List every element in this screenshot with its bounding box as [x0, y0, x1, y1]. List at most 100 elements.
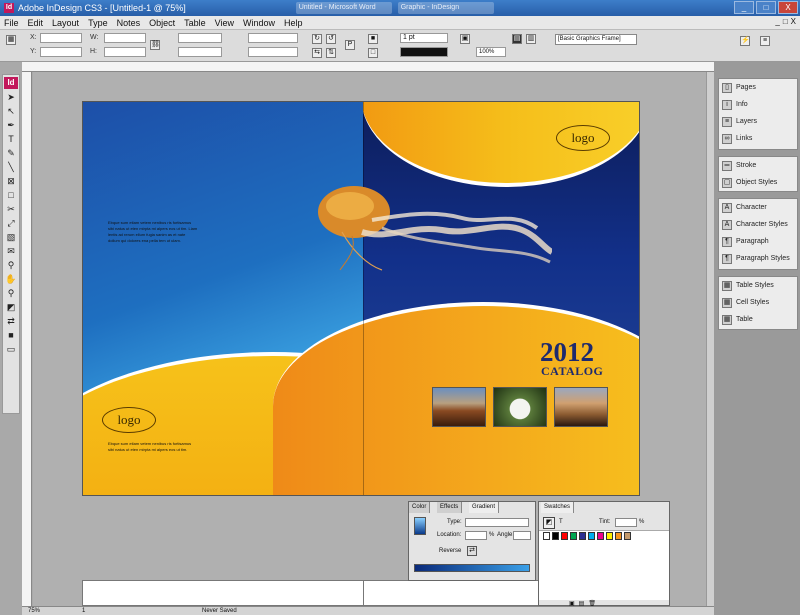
menu-edit[interactable]: Edit [28, 18, 44, 28]
width-field[interactable] [104, 33, 146, 43]
x-position-field[interactable] [40, 33, 82, 43]
panel-links[interactable]: ∞ Links [719, 130, 797, 147]
menu-type[interactable]: Type [88, 18, 108, 28]
vertical-scrollbar[interactable] [706, 72, 714, 606]
panel-layers[interactable]: ≡ Layers [719, 113, 797, 130]
maximize-button[interactable]: □ [756, 1, 776, 14]
page-number[interactable]: 1 [82, 607, 85, 615]
fill-icon[interactable]: ■ [368, 34, 378, 44]
control-panel-menu-icon[interactable]: ≡ [760, 36, 770, 46]
hand-tool-icon[interactable]: ✋ [4, 273, 18, 285]
swap-fill-stroke-icon[interactable]: ⇄ [4, 315, 18, 327]
thumbnail-flower[interactable] [493, 387, 547, 427]
minimize-button[interactable]: _ [734, 1, 754, 14]
menu-object[interactable]: Object [149, 18, 175, 28]
angle-field[interactable] [513, 531, 531, 540]
swatch-item[interactable] [570, 532, 577, 540]
swatch-item[interactable] [543, 532, 550, 540]
swatch-item[interactable] [588, 532, 595, 540]
quick-apply-icon[interactable]: ⚡ [740, 36, 750, 46]
constrain-proportions-icon[interactable]: ⛓ [150, 40, 160, 50]
close-button[interactable]: X [778, 1, 798, 14]
note-tool-icon[interactable]: ✉ [4, 245, 18, 257]
rectangle-tool-icon[interactable]: □ [4, 189, 18, 201]
swatch-item[interactable] [597, 532, 604, 540]
menu-view[interactable]: View [215, 18, 234, 28]
jellyfish-image[interactable] [312, 170, 552, 280]
scale-x-field[interactable] [178, 33, 222, 43]
eyedropper-tool-icon[interactable]: ⚲ [4, 259, 18, 271]
stroke-weight-field[interactable]: 1 pt [400, 33, 448, 43]
gradient-type-select[interactable] [465, 518, 529, 527]
fill-t-icon[interactable]: T [559, 519, 563, 525]
menu-file[interactable]: File [4, 18, 19, 28]
reverse-gradient-icon[interactable]: ⇄ [467, 546, 477, 556]
direct-selection-tool-icon[interactable]: ↖ [4, 105, 18, 117]
scissors-tool-icon[interactable]: ✂ [4, 203, 18, 215]
panel-character[interactable]: A Character [719, 199, 797, 216]
rotation-field[interactable] [248, 33, 298, 43]
thumbnail-rock[interactable] [554, 387, 608, 427]
panel-cell-styles[interactable]: ▦ Cell Styles [719, 294, 797, 311]
fill-stroke-icon[interactable]: ◩ [4, 301, 18, 313]
gradient-ramp[interactable] [414, 564, 530, 572]
scale-y-field[interactable] [178, 47, 222, 57]
tab-color[interactable]: Color [409, 502, 431, 513]
stroke-type-field[interactable] [400, 47, 448, 57]
gradient-preview-swatch[interactable] [414, 517, 426, 535]
align-icon[interactable]: ▤ [512, 34, 522, 44]
fitting-icon[interactable]: ▣ [460, 34, 470, 44]
right-logo[interactable]: logo [556, 125, 610, 151]
doc-close-button[interactable]: X [791, 17, 796, 26]
zoom-level[interactable]: 75% [28, 607, 40, 615]
pencil-tool-icon[interactable]: ✎ [4, 147, 18, 159]
taskbar-tab-1[interactable]: Untitled - Microsoft Word [295, 2, 392, 14]
zoom-tool-icon[interactable]: ⚲ [4, 287, 18, 299]
document-spread[interactable] [82, 101, 640, 496]
panel-object-styles[interactable]: ▢ Object Styles [719, 174, 797, 191]
opacity-field[interactable]: 100% [476, 47, 506, 57]
panel-paragraph[interactable]: ¶ Paragraph [719, 233, 797, 250]
swatch-item[interactable] [579, 532, 586, 540]
panel-table-styles[interactable]: ▦ Table Styles [719, 277, 797, 294]
panel-pages[interactable]: ▯ Pages [719, 79, 797, 96]
shear-field[interactable] [248, 47, 298, 57]
y-position-field[interactable] [40, 47, 82, 57]
swatch-item[interactable] [561, 532, 568, 540]
location-field[interactable] [465, 531, 487, 540]
flip-horizontal-icon[interactable]: ⇆ [312, 48, 322, 58]
swatch-item[interactable] [624, 532, 631, 540]
flip-vertical-icon[interactable]: ⇅ [326, 48, 336, 58]
panel-table[interactable]: ▦ Table [719, 311, 797, 328]
rotate-ccw-icon[interactable]: ↺ [326, 34, 336, 44]
panel-stroke[interactable]: ═ Stroke [719, 157, 797, 174]
menu-notes[interactable]: Notes [117, 18, 141, 28]
panel-info[interactable]: i Info [719, 96, 797, 113]
fill-stroke-swatch-icon[interactable]: ◩ [543, 517, 555, 529]
menu-layout[interactable]: Layout [52, 18, 79, 28]
select-content-icon[interactable]: P [345, 40, 355, 50]
tint-field[interactable] [615, 518, 637, 527]
gradient-tool-icon[interactable]: ▧ [4, 231, 18, 243]
selection-tool-icon[interactable]: ➤ [4, 91, 18, 103]
tab-effects[interactable]: Effects [437, 502, 463, 513]
transform-tool-icon[interactable]: ⤢ [4, 217, 18, 229]
menu-help[interactable]: Help [284, 18, 303, 28]
swatch-item[interactable] [552, 532, 559, 540]
left-logo[interactable]: logo [102, 407, 156, 433]
panel-paragraph-styles[interactable]: ¶ Paragraph Styles [719, 250, 797, 267]
view-mode-icon[interactable]: ▭ [4, 343, 18, 355]
rotate-cw-icon[interactable]: ↻ [312, 34, 322, 44]
reference-point-icon[interactable]: ▦ [6, 35, 16, 45]
menu-window[interactable]: Window [243, 18, 275, 28]
thumbnail-canyon[interactable] [432, 387, 486, 427]
left-body-text-bottom[interactable]: Ebque sum etiam vetem nenibus ris fortis… [108, 441, 198, 453]
catalog-title[interactable]: CATALOG [541, 364, 603, 379]
menu-table[interactable]: Table [184, 18, 206, 28]
swatch-item[interactable] [615, 532, 622, 540]
panel-character-styles[interactable]: A Character Styles [719, 216, 797, 233]
tab-swatches[interactable]: Swatches [541, 502, 575, 513]
doc-restore-button[interactable]: □ [783, 17, 788, 26]
height-field[interactable] [104, 47, 146, 57]
pen-tool-icon[interactable]: ✒ [4, 119, 18, 131]
